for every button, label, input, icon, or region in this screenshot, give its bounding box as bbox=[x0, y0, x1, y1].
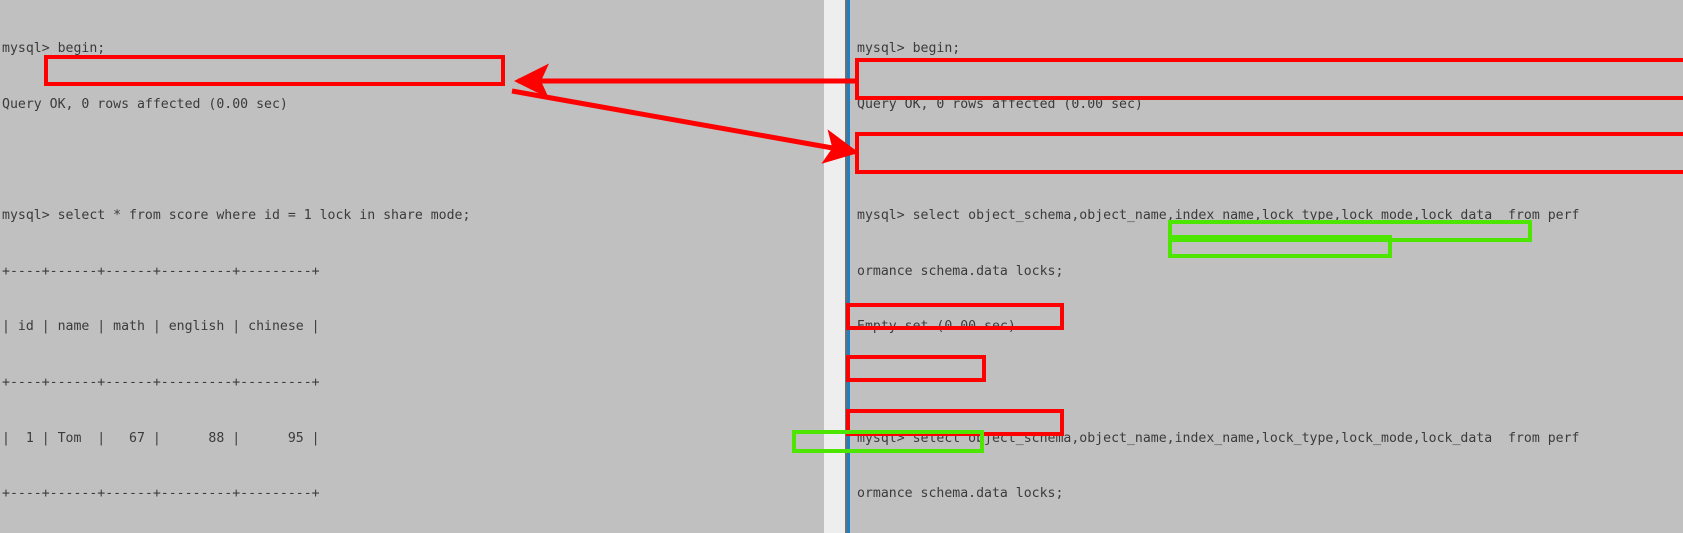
right-terminal-text: mysql> begin; Query OK, 0 rows affected … bbox=[857, 3, 1580, 533]
panel-divider[interactable] bbox=[824, 0, 845, 533]
terminal-line: | id | name | math | english | chinese | bbox=[2, 319, 320, 335]
left-terminal-text: mysql> begin; Query OK, 0 rows affected … bbox=[2, 3, 470, 533]
terminal-line: mysql> begin; bbox=[2, 41, 106, 57]
terminal-line: +----+------+------+---------+---------+ bbox=[2, 374, 320, 390]
terminal-line-highlighted-query: mysql> select * from score where id = 1 … bbox=[2, 208, 471, 224]
terminal-line: mysql> begin; bbox=[857, 41, 961, 57]
terminal-line: +----+------+------+---------+---------+ bbox=[2, 486, 320, 502]
screenshot-root: mysql> begin; Query OK, 0 rows affected … bbox=[0, 0, 1683, 533]
terminal-line-highlighted-query: mysql> select object_schema,object_name,… bbox=[857, 430, 1580, 446]
terminal-line-highlighted-query: ormance schema.data locks; bbox=[857, 486, 1064, 502]
right-terminal-panel[interactable]: mysql> begin; Query OK, 0 rows affected … bbox=[850, 0, 1683, 533]
terminal-line: +----+------+------+---------+---------+ bbox=[2, 263, 320, 279]
terminal-line: Query OK, 0 rows affected (0.00 sec) bbox=[2, 96, 288, 112]
left-terminal-panel[interactable]: mysql> begin; Query OK, 0 rows affected … bbox=[0, 0, 824, 533]
terminal-line: Empty set (0.00 sec) bbox=[857, 319, 1016, 335]
terminal-line: Query OK, 0 rows affected (0.00 sec) bbox=[857, 96, 1143, 112]
terminal-line-highlighted-query: mysql> select object_schema,object_name,… bbox=[857, 208, 1580, 224]
terminal-line: | 1 | Tom | 67 | 88 | 95 | bbox=[2, 430, 320, 446]
terminal-line-highlighted-query: ormance schema.data locks; bbox=[857, 263, 1064, 279]
